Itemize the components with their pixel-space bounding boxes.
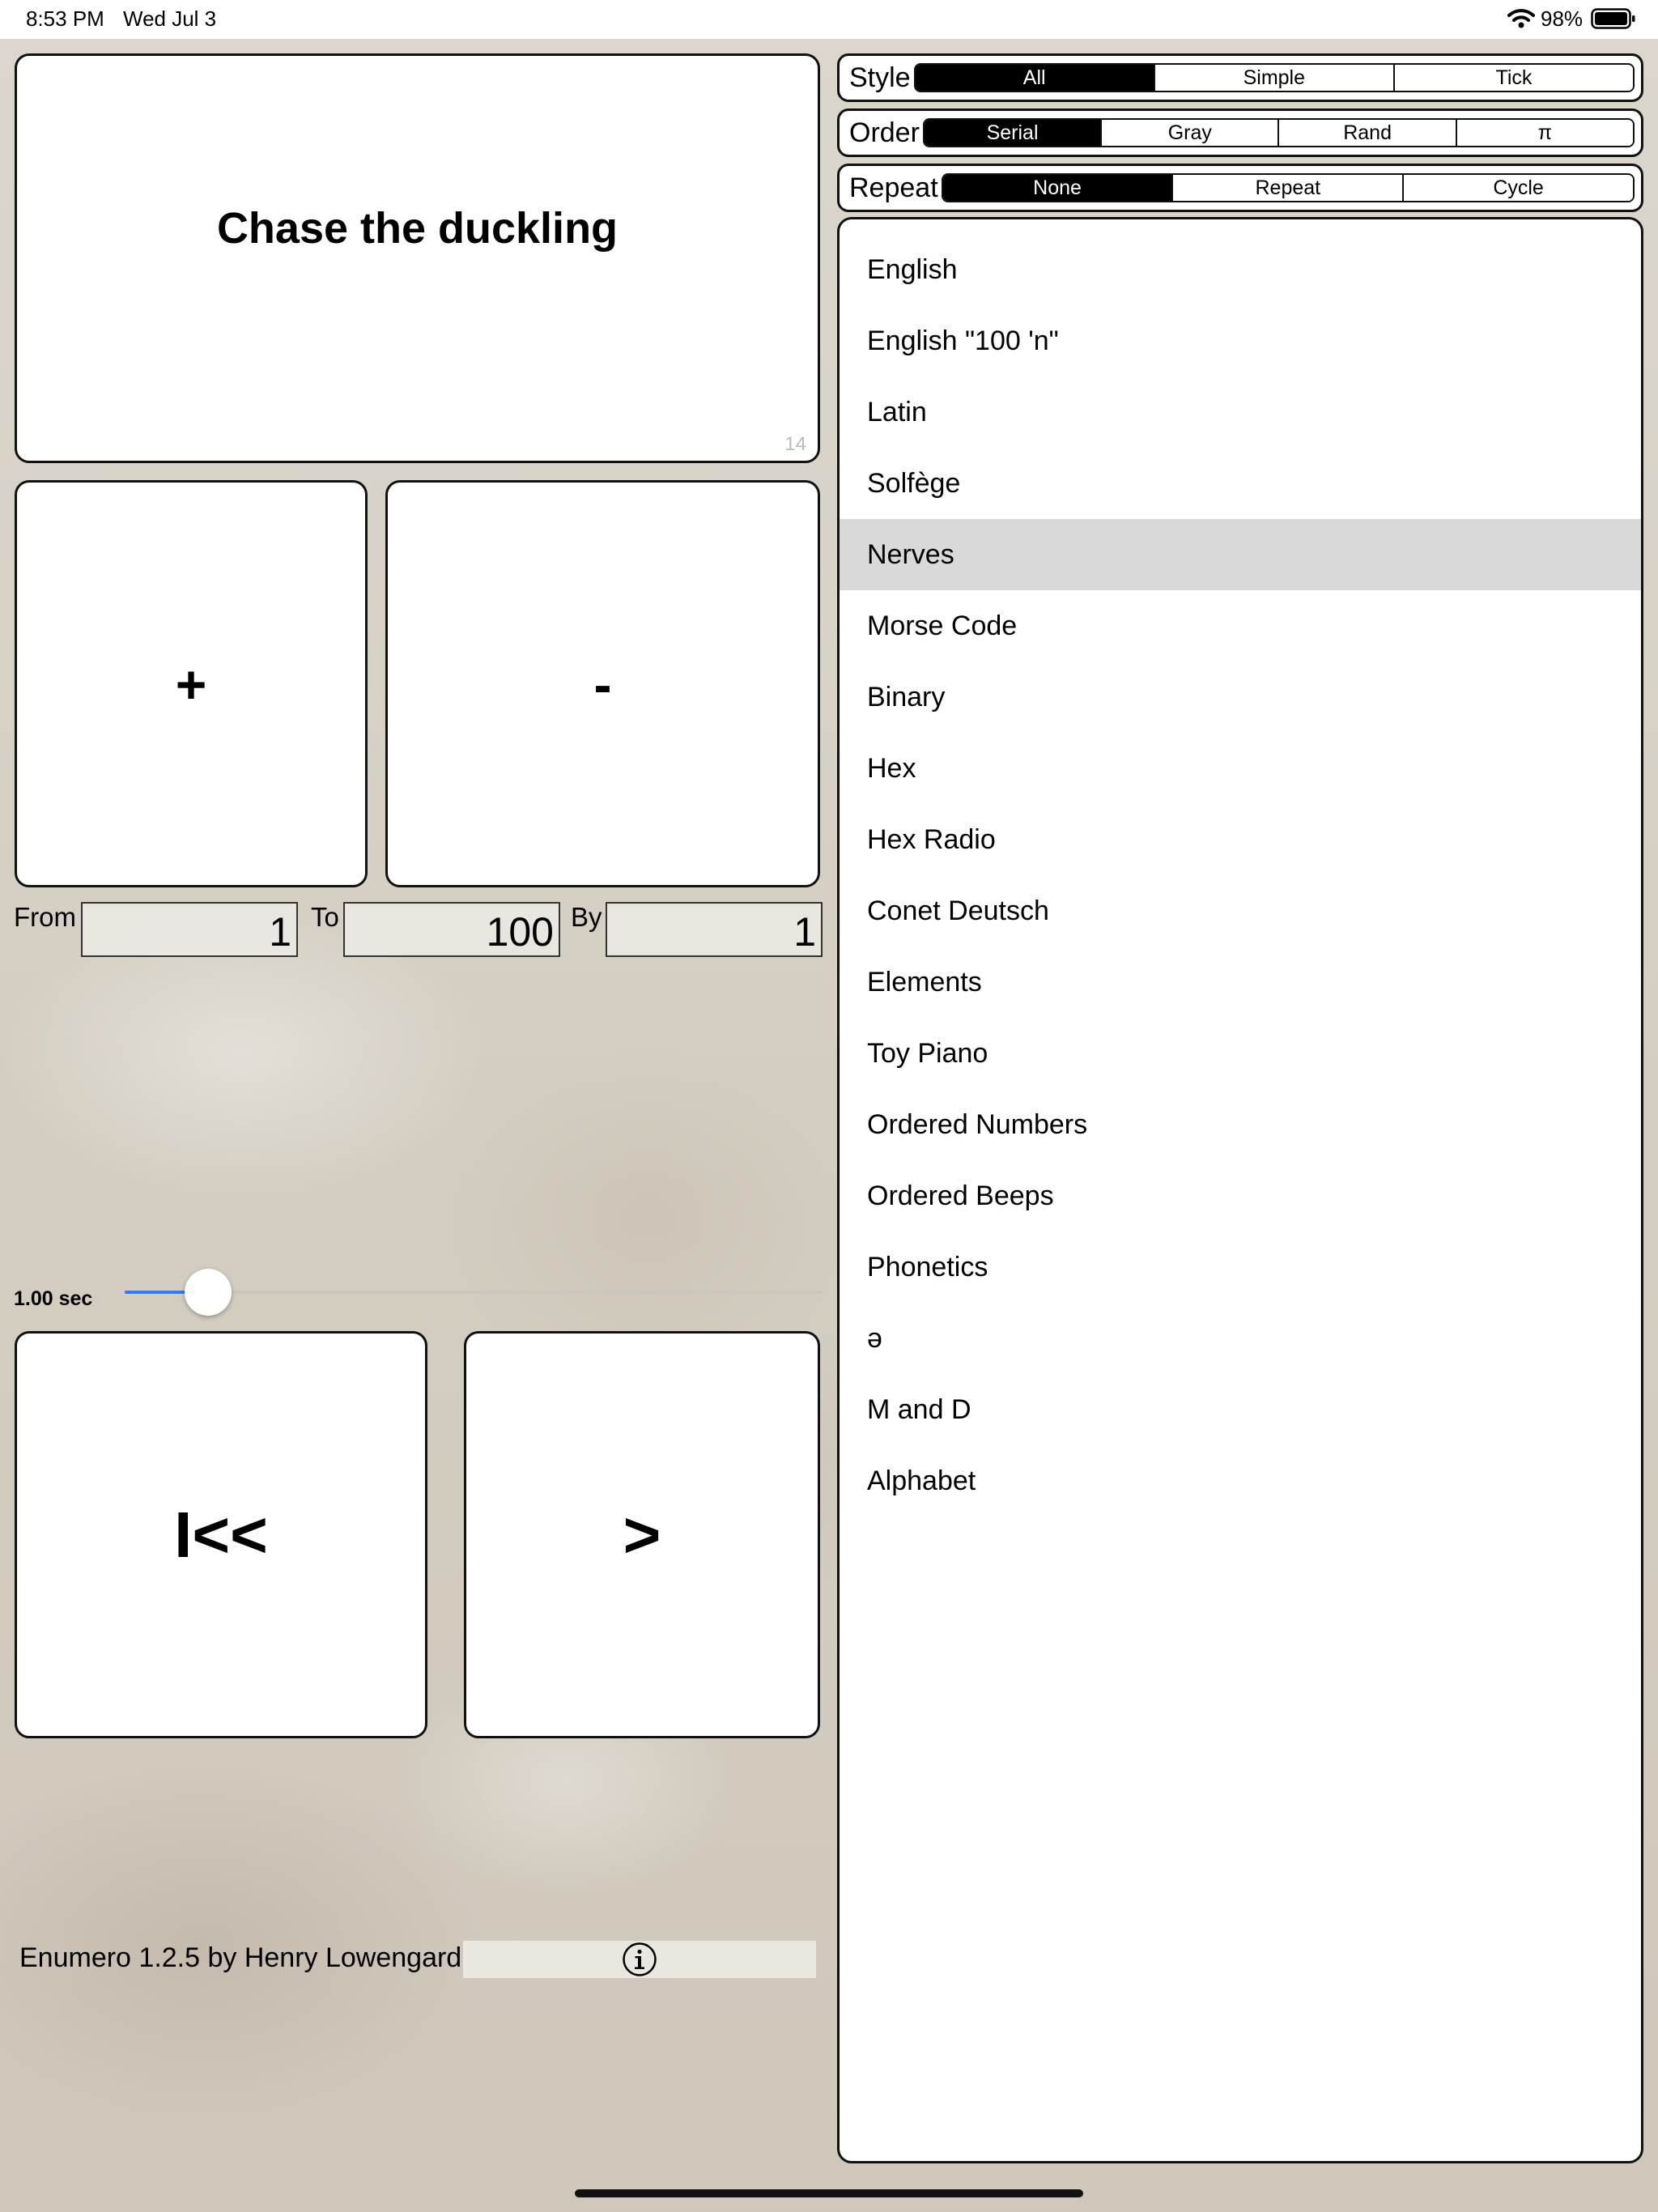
minus-label: - bbox=[593, 653, 612, 714]
home-indicator[interactable] bbox=[575, 2189, 1083, 2197]
enumeration-list[interactable]: English English "100 'n" Latin Solfège N… bbox=[837, 217, 1643, 2163]
list-item[interactable]: Ordered Numbers bbox=[840, 1089, 1641, 1160]
list-item[interactable]: Binary bbox=[840, 661, 1641, 733]
style-row: Style All Simple Tick bbox=[837, 53, 1643, 102]
list-item[interactable]: Toy Piano bbox=[840, 1018, 1641, 1089]
order-segmented-control: Serial Gray Rand π bbox=[922, 118, 1635, 147]
play-label: > bbox=[623, 1498, 661, 1571]
list-item[interactable]: Phonetics bbox=[840, 1231, 1641, 1303]
repeat-title: Repeat bbox=[849, 172, 938, 203]
status-time: 8:53 PM bbox=[26, 6, 104, 31]
list-item[interactable]: Conet Deutsch bbox=[840, 875, 1641, 946]
play-button[interactable]: > bbox=[464, 1331, 820, 1738]
list-item[interactable]: English bbox=[840, 234, 1641, 305]
list-item[interactable]: Hex Radio bbox=[840, 804, 1641, 875]
list-item[interactable]: Elements bbox=[840, 946, 1641, 1018]
reset-button[interactable]: I<< bbox=[15, 1331, 427, 1738]
plus-label: + bbox=[175, 653, 207, 714]
repeat-segmented-control: None Repeat Cycle bbox=[941, 173, 1635, 202]
repeat-row: Repeat None Repeat Cycle bbox=[837, 164, 1643, 212]
speed-slider-thumb[interactable] bbox=[185, 1269, 232, 1316]
list-item[interactable]: Nerves bbox=[840, 519, 1641, 590]
info-icon[interactable] bbox=[622, 1942, 657, 1977]
repeat-option-cycle[interactable]: Cycle bbox=[1402, 175, 1633, 201]
list-item[interactable]: Morse Code bbox=[840, 590, 1641, 661]
list-items: English English "100 'n" Latin Solfège N… bbox=[840, 219, 1641, 1516]
repeat-option-none[interactable]: None bbox=[942, 175, 1172, 201]
info-bar[interactable] bbox=[463, 1941, 816, 1978]
battery-icon bbox=[1591, 8, 1635, 29]
list-item[interactable]: Alphabet bbox=[840, 1445, 1641, 1516]
list-item[interactable]: ə bbox=[840, 1303, 1641, 1374]
order-option-serial[interactable]: Serial bbox=[924, 120, 1101, 146]
style-option-simple[interactable]: Simple bbox=[1153, 65, 1393, 91]
order-option-pi[interactable]: π bbox=[1455, 120, 1633, 146]
display-card: Chase the duckling 14 bbox=[15, 53, 820, 463]
list-item[interactable]: Solfège bbox=[840, 448, 1641, 519]
from-label: From bbox=[14, 902, 76, 932]
list-item[interactable]: English "100 'n" bbox=[840, 305, 1641, 376]
by-field[interactable]: 1 bbox=[606, 902, 823, 957]
list-item[interactable]: M and D bbox=[840, 1374, 1641, 1445]
style-option-all[interactable]: All bbox=[915, 65, 1154, 91]
order-title: Order bbox=[849, 117, 920, 148]
from-field[interactable]: 1 bbox=[81, 902, 298, 957]
list-item[interactable]: Ordered Beeps bbox=[840, 1160, 1641, 1231]
to-field[interactable]: 100 bbox=[343, 902, 560, 957]
order-option-rand[interactable]: Rand bbox=[1278, 120, 1456, 146]
to-label: To bbox=[311, 902, 339, 932]
style-segmented-control: All Simple Tick bbox=[913, 63, 1635, 92]
list-item[interactable]: Latin bbox=[840, 376, 1641, 448]
order-row: Order Serial Gray Rand π bbox=[837, 108, 1643, 157]
status-date: Wed Jul 3 bbox=[123, 6, 217, 31]
speed-label: 1.00 sec bbox=[14, 1287, 93, 1310]
repeat-option-repeat[interactable]: Repeat bbox=[1171, 175, 1403, 201]
display-counter: 14 bbox=[784, 433, 806, 455]
display-text: Chase the duckling bbox=[216, 204, 619, 253]
by-label: By bbox=[571, 902, 602, 932]
reset-label: I<< bbox=[174, 1498, 268, 1571]
battery-percentage: 98% bbox=[1541, 6, 1584, 31]
style-option-tick[interactable]: Tick bbox=[1392, 65, 1633, 91]
order-option-gray[interactable]: Gray bbox=[1100, 120, 1278, 146]
style-title: Style bbox=[849, 62, 911, 93]
status-bar bbox=[0, 0, 1658, 39]
plus-button[interactable]: + bbox=[15, 480, 368, 887]
list-item[interactable]: Hex bbox=[840, 733, 1641, 804]
minus-button[interactable]: - bbox=[385, 480, 820, 887]
wifi-icon bbox=[1507, 9, 1535, 28]
credit-text: Enumero 1.2.5 by Henry Lowengard bbox=[19, 1942, 462, 1973]
